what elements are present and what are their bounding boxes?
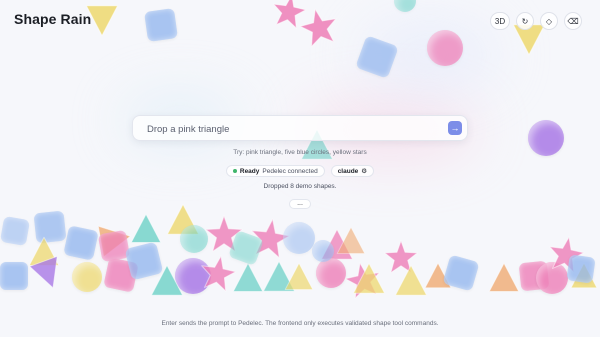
status-row: Ready Pedelec connected claude ⚙ (0, 165, 600, 177)
decorative-triangle-shape (488, 262, 520, 294)
toolbar: 3D ↻ ◇ ⌫ (490, 12, 582, 30)
decorative-star-shape (384, 240, 418, 274)
decorative-triangle-shape (570, 262, 598, 290)
decorative-triangle-shape (284, 262, 314, 292)
decorative-triangle-shape (336, 226, 366, 256)
model-name: claude (337, 167, 359, 175)
decorative-square-shape (63, 225, 99, 261)
decorative-star-shape (342, 259, 384, 301)
refresh-icon: ↻ (521, 16, 529, 26)
prompt-hint: Try: pink triangle, five blue circles, y… (233, 149, 367, 156)
decorative-square-shape (518, 260, 550, 292)
arrow-right-icon: → (450, 123, 460, 133)
decorative-star-shape (197, 252, 239, 294)
decorative-triangle-shape (232, 262, 264, 294)
shape-button[interactable]: ◇ (540, 12, 558, 30)
decorative-circle-shape (175, 258, 211, 294)
decorative-triangle-shape (95, 219, 134, 258)
decorative-star-shape (205, 215, 243, 253)
diamond-icon: ◇ (545, 16, 553, 26)
send-button[interactable]: → (448, 121, 462, 135)
decorative-square-shape (228, 230, 264, 266)
prompt-input[interactable] (145, 116, 439, 142)
decorative-circle-shape (316, 258, 346, 288)
decorative-square-shape (33, 210, 67, 244)
prompt-bar: → (132, 115, 468, 142)
decorative-circle-shape (536, 262, 568, 294)
decorative-star-shape (296, 4, 341, 49)
decorative-circle-shape (72, 262, 102, 292)
decorative-star-shape (247, 215, 292, 260)
decorative-square-shape (0, 262, 28, 290)
status-dot (232, 169, 237, 173)
app-title: Shape Rain (14, 11, 92, 27)
decorative-circle-shape (394, 0, 416, 12)
decorative-triangle-shape (150, 264, 184, 298)
decorative-square-shape (442, 254, 480, 292)
decorative-square-shape (144, 8, 178, 42)
footer-note: Enter sends the prompt to Pedelec. The f… (161, 320, 439, 327)
status-connection: Pedelec connected (262, 167, 318, 175)
decorative-star-shape (545, 233, 587, 275)
status-message: Dropped 8 demo shapes. (263, 183, 337, 190)
decorative-square-shape (0, 215, 31, 247)
decorative-square-shape (103, 257, 139, 293)
backspace-icon: ⌫ (567, 16, 579, 26)
connection-status-badge: Ready Pedelec connected (225, 165, 325, 177)
decorative-circle-shape (283, 222, 315, 254)
settings-icon: ⚙ (361, 168, 368, 175)
refresh-button[interactable]: ↻ (516, 12, 534, 30)
decorative-triangle-shape (28, 236, 60, 268)
decorative-triangle-shape (320, 228, 354, 262)
more-button[interactable]: ... (289, 199, 311, 209)
decorative-circle-shape (180, 225, 208, 253)
decorative-triangle-shape (130, 213, 162, 245)
decorative-circle-shape (312, 240, 334, 262)
clear-button[interactable]: ⌫ (564, 12, 582, 30)
status-state: Ready (239, 167, 260, 175)
decorative-triangle-shape (352, 262, 386, 296)
model-selector[interactable]: claude ⚙ (330, 165, 375, 177)
decorative-triangle-shape (27, 253, 68, 294)
decorative-triangle-shape (394, 264, 428, 298)
decorative-triangle-shape (166, 203, 200, 237)
decorative-triangle-shape (424, 262, 452, 290)
mode-3d-button[interactable]: 3D (490, 12, 510, 30)
decorative-square-shape (566, 254, 596, 284)
decorative-square-shape (124, 241, 164, 281)
decorative-triangle-shape (262, 260, 296, 294)
decorative-square-shape (97, 229, 131, 263)
decorative-star-shape (269, 0, 308, 31)
